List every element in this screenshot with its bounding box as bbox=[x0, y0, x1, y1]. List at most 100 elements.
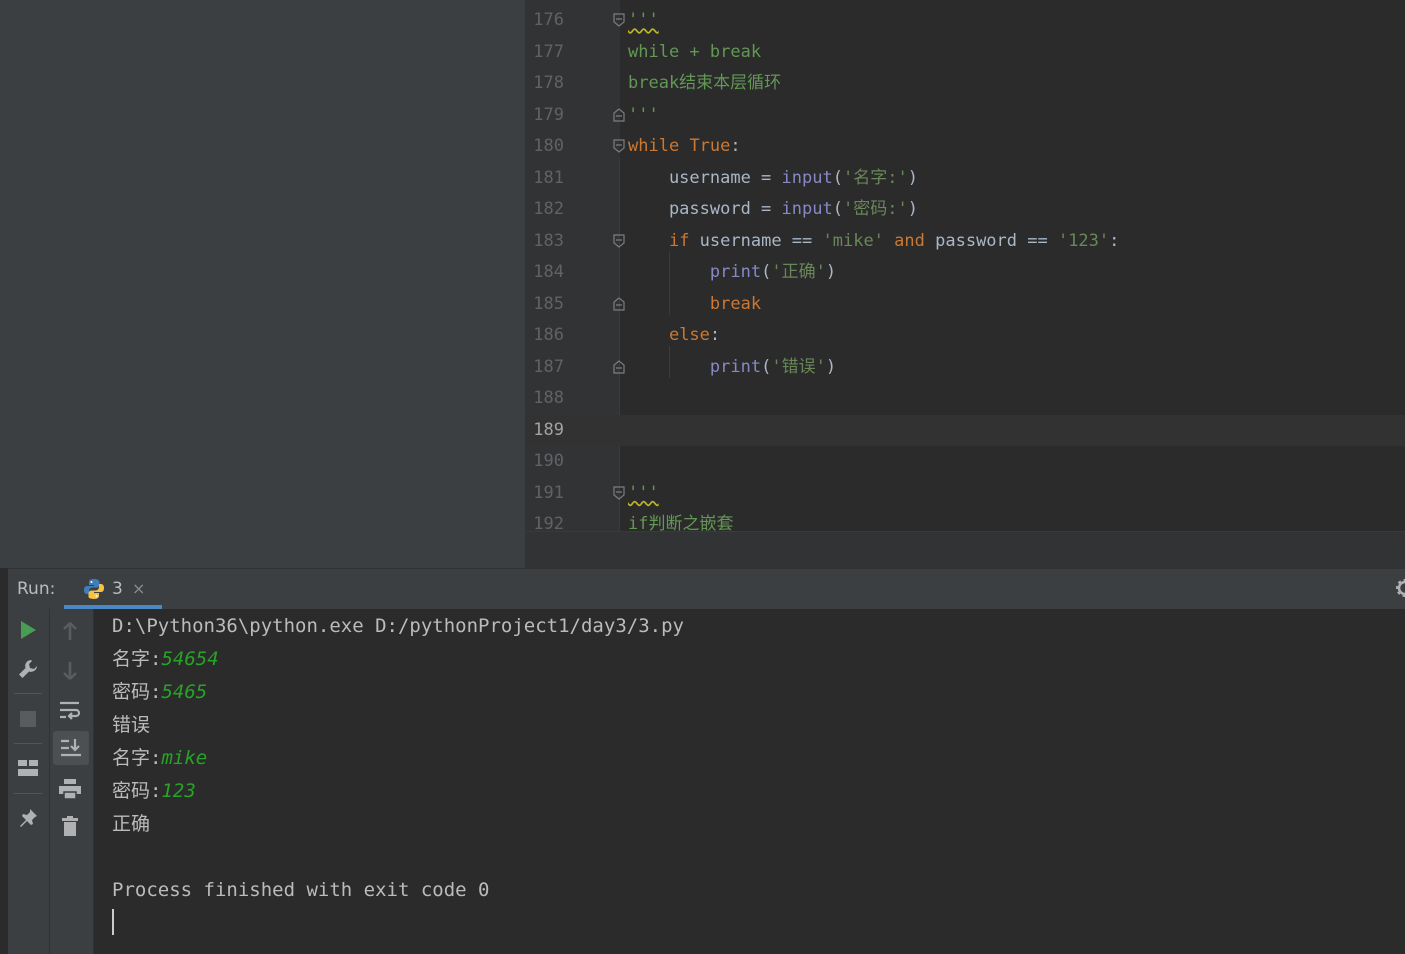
code-line[interactable]: 185 break bbox=[526, 289, 1405, 321]
code-token: ''' bbox=[628, 104, 659, 125]
code-token: ) bbox=[825, 262, 837, 282]
code-token: username == bbox=[689, 230, 823, 251]
code-line[interactable]: 191 ''' bbox=[526, 478, 1405, 510]
code-token: password == bbox=[924, 230, 1058, 251]
fold-start-icon[interactable] bbox=[613, 233, 625, 248]
close-icon[interactable]: × bbox=[132, 569, 145, 609]
print-icon bbox=[59, 779, 81, 799]
fold-start-icon[interactable] bbox=[613, 13, 625, 27]
stop-button[interactable] bbox=[8, 701, 48, 737]
code-line[interactable]: 178 break结束本层循环 bbox=[526, 68, 1405, 100]
code-token: ) bbox=[907, 167, 918, 188]
code-line[interactable]: 176 ''' bbox=[526, 5, 1405, 37]
code-line[interactable]: 189 bbox=[526, 414, 1405, 446]
code-token: while + break bbox=[628, 41, 762, 62]
pin-icon bbox=[20, 809, 37, 827]
code-line[interactable]: 182 password = input('密码:') bbox=[526, 194, 1405, 226]
code-token: password = bbox=[628, 199, 782, 219]
fold-end-icon[interactable] bbox=[613, 296, 625, 311]
code-line[interactable]: 190 bbox=[526, 446, 1405, 478]
fold-start-icon[interactable] bbox=[613, 139, 625, 153]
code-token: '名字:' bbox=[842, 167, 908, 188]
code-text: print('正确') bbox=[628, 257, 836, 289]
code-text: ''' bbox=[628, 478, 659, 510]
line-number: 192 bbox=[533, 514, 564, 531]
code-line[interactable]: 186 else: bbox=[526, 320, 1405, 352]
code-token: if bbox=[668, 230, 690, 251]
code-line[interactable]: 184 print('正确') bbox=[526, 257, 1405, 289]
console-caret bbox=[112, 909, 114, 935]
code-token: : bbox=[1109, 230, 1120, 251]
run-panel-title: Run: bbox=[17, 579, 56, 599]
run-tab-label: 3 bbox=[112, 579, 123, 599]
line-number: 189 bbox=[533, 419, 564, 440]
fold-end-icon[interactable] bbox=[613, 107, 625, 122]
code-line[interactable]: 192 if判断之嵌套 bbox=[526, 509, 1405, 531]
console-output: 正确 bbox=[112, 813, 151, 835]
previous-occurrence-button[interactable] bbox=[50, 613, 90, 649]
layout-button[interactable] bbox=[8, 750, 48, 786]
rerun-button[interactable] bbox=[8, 612, 48, 648]
console-output: D:\Python36\python.exe D:/pythonProject1… bbox=[112, 615, 684, 637]
code-editor[interactable]: 176 ''' 177 while + break 178 break结束本层循环 179 '… bbox=[526, 0, 1405, 568]
console-output: 密码: bbox=[112, 681, 162, 703]
code-line[interactable]: 187 print('错误') bbox=[526, 352, 1405, 384]
console-output: 名字: bbox=[112, 747, 162, 769]
line-number: 176 bbox=[533, 10, 564, 30]
fold-end-icon[interactable] bbox=[613, 359, 625, 374]
code-line[interactable]: 183 if username == 'mike' and password =… bbox=[526, 226, 1405, 258]
code-token: ) bbox=[825, 356, 837, 377]
code-token: break bbox=[709, 293, 762, 314]
scroll-to-end-button[interactable] bbox=[53, 731, 89, 765]
gear-icon[interactable] bbox=[1395, 578, 1405, 602]
line-number: 184 bbox=[533, 262, 564, 282]
run-icon bbox=[21, 621, 36, 639]
console-user-input: 123 bbox=[161, 780, 196, 802]
console-user-input: 54654 bbox=[161, 648, 219, 670]
clear-all-button[interactable] bbox=[50, 808, 90, 844]
console-user-input: 5465 bbox=[161, 681, 208, 703]
console-line: 正确 bbox=[112, 808, 150, 841]
console-output: Process finished with exit code 0 bbox=[112, 879, 490, 901]
code-text: else: bbox=[628, 320, 720, 352]
code-line[interactable]: 188 bbox=[526, 383, 1405, 415]
line-number: 186 bbox=[533, 325, 564, 345]
code-text: while + break bbox=[628, 37, 761, 69]
code-token: ( bbox=[761, 356, 772, 377]
line-number: 191 bbox=[533, 482, 564, 503]
code-line[interactable]: 179 ''' bbox=[526, 100, 1405, 132]
code-line[interactable]: 180 while True: bbox=[526, 131, 1405, 163]
code-text: break结束本层循环 bbox=[628, 68, 781, 100]
settings-button[interactable] bbox=[8, 651, 48, 687]
next-occurrence-button[interactable] bbox=[50, 653, 90, 689]
code-line[interactable]: 181 username = input('名字:') bbox=[526, 163, 1405, 195]
pin-button[interactable] bbox=[8, 800, 48, 836]
code-line[interactable]: 177 while + break bbox=[526, 37, 1405, 69]
code-token: '错误' bbox=[771, 356, 826, 377]
code-token: ( bbox=[832, 167, 843, 188]
console-line: 密码:123 bbox=[112, 775, 196, 808]
code-text: ''' bbox=[628, 100, 659, 132]
code-token: username = bbox=[628, 167, 782, 188]
console-user-input: mike bbox=[161, 747, 208, 769]
run-tab[interactable]: 3 × bbox=[64, 569, 162, 609]
run-console[interactable]: D:\Python36\python.exe D:/pythonProject1… bbox=[94, 609, 1405, 954]
code-token: ''' bbox=[628, 482, 659, 503]
fold-start-icon[interactable] bbox=[613, 485, 625, 500]
code-text: if判断之嵌套 bbox=[628, 509, 733, 531]
code-token: while bbox=[628, 136, 680, 156]
console-output: 错误 bbox=[112, 714, 151, 736]
soft-wrap-button[interactable] bbox=[50, 692, 90, 728]
run-panel-header: Run: 3 × bbox=[8, 568, 1405, 610]
stop-icon bbox=[20, 711, 36, 727]
code-area[interactable]: 176 ''' 177 while + break 178 break结束本层循环 179 '… bbox=[526, 0, 1405, 531]
print-button[interactable] bbox=[50, 771, 90, 807]
code-token: '密码:' bbox=[842, 199, 908, 219]
code-token: '123' bbox=[1057, 230, 1110, 251]
code-token: if判断之嵌套 bbox=[628, 514, 734, 531]
console-line: D:\Python36\python.exe D:/pythonProject1… bbox=[112, 610, 684, 643]
project-panel[interactable] bbox=[8, 0, 526, 568]
